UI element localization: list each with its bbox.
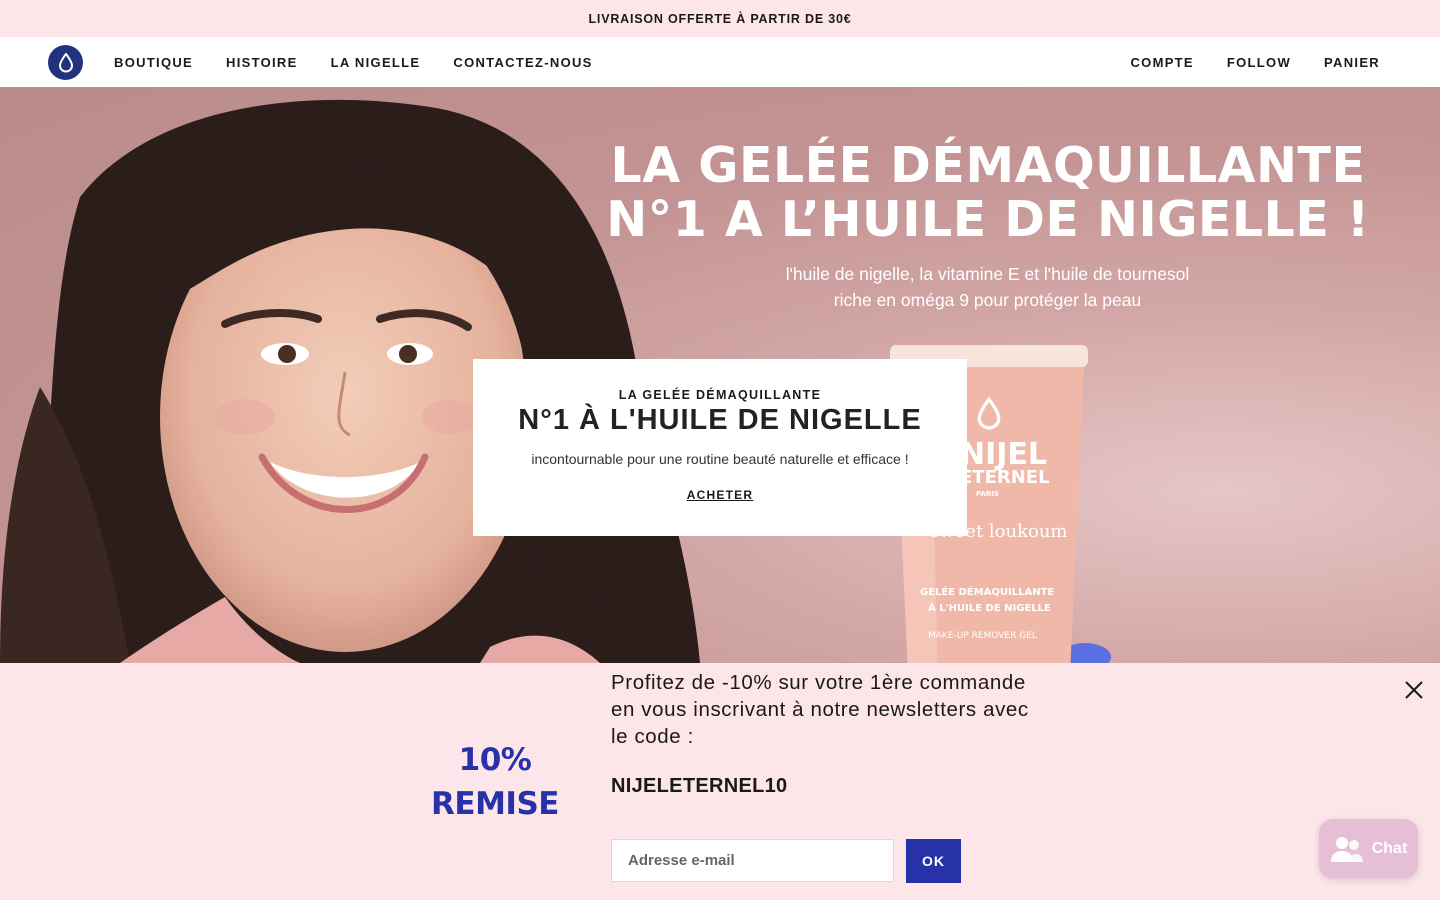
tube-product-en: MAKE-UP REMOVER GEL (928, 631, 1037, 641)
card-text: incontournable pour une routine beauté n… (531, 451, 909, 467)
card-cta-wrap: ACHETER (473, 486, 967, 504)
promo-code: NIJELETERNEL10 (611, 775, 788, 797)
hero-heading: LA GELÉE DÉMAQUILLANTE N°1 A L’HUILE DE … (600, 139, 1376, 247)
announcement-bar: LIVRAISON OFFERTE À PARTIR DE 30€ (0, 0, 1440, 37)
hero-heading-line1: LA GELÉE DÉMAQUILLANTE (610, 137, 1366, 194)
chat-people-icon (1330, 836, 1363, 862)
nav-compte[interactable]: COMPTE (1130, 55, 1193, 70)
announcement-text: LIVRAISON OFFERTE À PARTIR DE 30€ (588, 11, 852, 26)
nav-contactez-nous[interactable]: CONTACTEZ-NOUS (453, 55, 592, 70)
close-icon[interactable] (1402, 678, 1426, 702)
discount-label: REMISE (431, 786, 559, 822)
chat-label: Chat (1371, 839, 1408, 857)
nav-panier[interactable]: PANIER (1324, 55, 1380, 70)
hero-heading-line2: N°1 A L’HUILE DE NIGELLE ! (606, 191, 1370, 248)
nav-histoire[interactable]: HISTOIRE (226, 55, 298, 70)
nav-follow[interactable]: FOLLOW (1227, 55, 1291, 70)
card-title: N°1 À L'HUILE DE NIGELLE (518, 404, 922, 436)
tube-product-line2: À L'HUILE DE NIGELLE (928, 603, 1051, 614)
hero-promo-card: LA GELÉE DÉMAQUILLANTE N°1 À L'HUILE DE … (473, 359, 967, 536)
card-eyebrow: LA GELÉE DÉMAQUILLANTE (618, 388, 822, 402)
chat-button[interactable]: Chat (1319, 819, 1418, 878)
discount-badge: 10% REMISE (415, 738, 575, 826)
main-navigation: BOUTIQUE HISTOIRE LA NIGELLE CONTACTEZ-N… (0, 37, 1440, 87)
tube-brand-city: PARIS (976, 490, 999, 498)
water-drop-icon (58, 52, 73, 73)
tube-product-line1: GELÉE DÉMAQUILLANTE (920, 587, 1055, 598)
nav-boutique[interactable]: BOUTIQUE (114, 55, 193, 70)
hero-sub-line1: l'huile de nigelle, la vitamine E et l'h… (785, 264, 1190, 284)
buy-button[interactable]: ACHETER (687, 488, 753, 502)
nav-la-nigelle[interactable]: LA NIGELLE (331, 55, 421, 70)
nav-right-links: COMPTE FOLLOW PANIER (1130, 37, 1380, 87)
nav-left-links: BOUTIQUE HISTOIRE LA NIGELLE CONTACTEZ-N… (114, 37, 593, 87)
discount-percent: 10% (458, 742, 532, 778)
newsletter-popup: 10% REMISE Profitez de -10% sur votre 1è… (0, 663, 1440, 900)
newsletter-text: Profitez de -10% sur votre 1ère commande… (611, 671, 1029, 748)
submit-button[interactable]: OK (906, 839, 961, 883)
logo-water-drop-icon[interactable] (48, 45, 83, 80)
tube-drop-icon (977, 397, 1001, 430)
hero-sub-line2: riche en oméga 9 pour protéger la peau (833, 290, 1142, 310)
email-field[interactable] (611, 839, 894, 882)
hero-subheading: l'huile de nigelle, la vitamine E et l'h… (700, 261, 1275, 313)
tube-brand-line2: ETERNEL (960, 467, 1050, 488)
